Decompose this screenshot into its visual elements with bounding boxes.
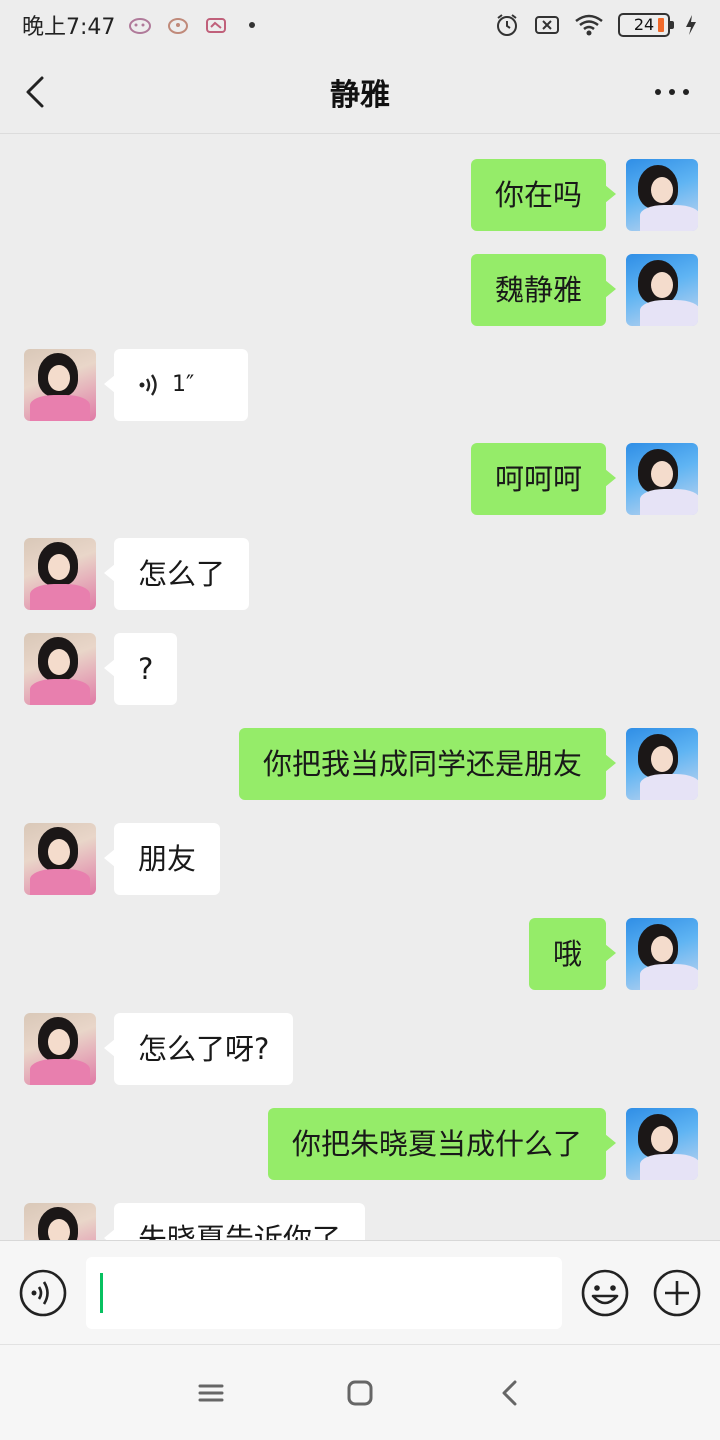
message-row-received: 怎么了呀? bbox=[0, 1013, 720, 1087]
chat-header: 静雅 bbox=[0, 50, 720, 134]
avatar-me[interactable] bbox=[626, 918, 698, 990]
message-row-received: ? bbox=[0, 633, 720, 707]
message-row-sent: 你把朱晓夏当成什么了 bbox=[0, 1108, 720, 1182]
message-row-received: 朱晓夏告诉你了 bbox=[0, 1203, 720, 1240]
avatar-contact[interactable] bbox=[24, 349, 96, 421]
message-bubble[interactable]: 你把朱晓夏当成什么了 bbox=[267, 1108, 617, 1180]
notification-icon bbox=[206, 18, 227, 33]
notification-icon bbox=[129, 18, 152, 34]
message-row-sent: 你把我当成同学还是朋友 bbox=[0, 728, 720, 802]
voice-icon[interactable] bbox=[18, 1268, 68, 1318]
back-chevron-icon[interactable] bbox=[494, 1377, 526, 1409]
home-square-icon[interactable] bbox=[344, 1377, 376, 1409]
avatar-me[interactable] bbox=[626, 254, 698, 326]
avatar-contact[interactable] bbox=[24, 1013, 96, 1085]
status-time: 晚上7:47 bbox=[22, 15, 116, 40]
battery-icon: 24 bbox=[618, 13, 674, 37]
message-bubble[interactable]: 你在吗 bbox=[470, 159, 617, 231]
avatar-me[interactable] bbox=[626, 443, 698, 515]
message-bubble[interactable]: 朱晓夏告诉你了 bbox=[103, 1203, 366, 1240]
notification-icon bbox=[168, 18, 189, 34]
message-bubble[interactable]: 魏静雅 bbox=[470, 254, 617, 326]
message-list[interactable]: 你在吗 魏静雅 1″ 呵呵呵 怎么了 ? 你把我当成同学还是朋友 朋友 哦 怎么… bbox=[0, 135, 720, 1240]
more-notifications-dot bbox=[249, 22, 256, 28]
avatar-me[interactable] bbox=[626, 728, 698, 800]
plus-icon[interactable] bbox=[652, 1268, 702, 1318]
chat-title: 静雅 bbox=[330, 77, 390, 113]
voice-message-bubble[interactable]: 1″ bbox=[104, 349, 248, 421]
text-caret bbox=[100, 1273, 103, 1313]
alarm-icon bbox=[497, 14, 517, 36]
message-bubble[interactable]: 呵呵呵 bbox=[470, 443, 617, 515]
charging-icon bbox=[686, 15, 696, 35]
message-bubble[interactable]: 怎么了呀? bbox=[103, 1013, 294, 1085]
message-row-sent: 魏静雅 bbox=[0, 254, 720, 328]
message-bubble[interactable]: ? bbox=[103, 633, 178, 705]
message-row-received: 1″ bbox=[0, 349, 720, 423]
message-bubble[interactable]: 你把我当成同学还是朋友 bbox=[238, 728, 617, 800]
avatar-me[interactable] bbox=[626, 159, 698, 231]
message-bubble[interactable]: 朋友 bbox=[103, 823, 221, 895]
voice-duration: 1″ bbox=[172, 372, 195, 397]
no-sim-icon bbox=[535, 16, 559, 34]
avatar-contact[interactable] bbox=[24, 633, 96, 705]
message-input[interactable] bbox=[86, 1257, 562, 1329]
message-row-received: 怎么了 bbox=[0, 538, 720, 612]
emoji-icon[interactable] bbox=[580, 1268, 630, 1318]
wifi-icon bbox=[575, 14, 603, 36]
message-row-sent: 哦 bbox=[0, 918, 720, 992]
avatar-contact[interactable] bbox=[24, 538, 96, 610]
avatar-me[interactable] bbox=[626, 1108, 698, 1180]
avatar-contact[interactable] bbox=[24, 823, 96, 895]
status-bar: 晚上7:47 24 bbox=[0, 0, 720, 50]
more-dots-icon[interactable] bbox=[652, 72, 692, 112]
menu-icon[interactable] bbox=[195, 1377, 227, 1409]
battery-level: 24 bbox=[633, 15, 655, 34]
message-bubble[interactable]: 哦 bbox=[528, 918, 617, 990]
system-navigation-bar bbox=[0, 1344, 720, 1440]
message-row-sent: 你在吗 bbox=[0, 159, 720, 233]
message-row-received: 朋友 bbox=[0, 823, 720, 897]
message-bubble[interactable]: 怎么了 bbox=[103, 538, 250, 610]
input-bar bbox=[0, 1240, 720, 1344]
avatar-contact[interactable] bbox=[24, 1203, 96, 1240]
chevron-left-icon[interactable] bbox=[18, 72, 58, 112]
voice-wave-icon bbox=[139, 374, 157, 396]
message-row-sent: 呵呵呵 bbox=[0, 443, 720, 517]
